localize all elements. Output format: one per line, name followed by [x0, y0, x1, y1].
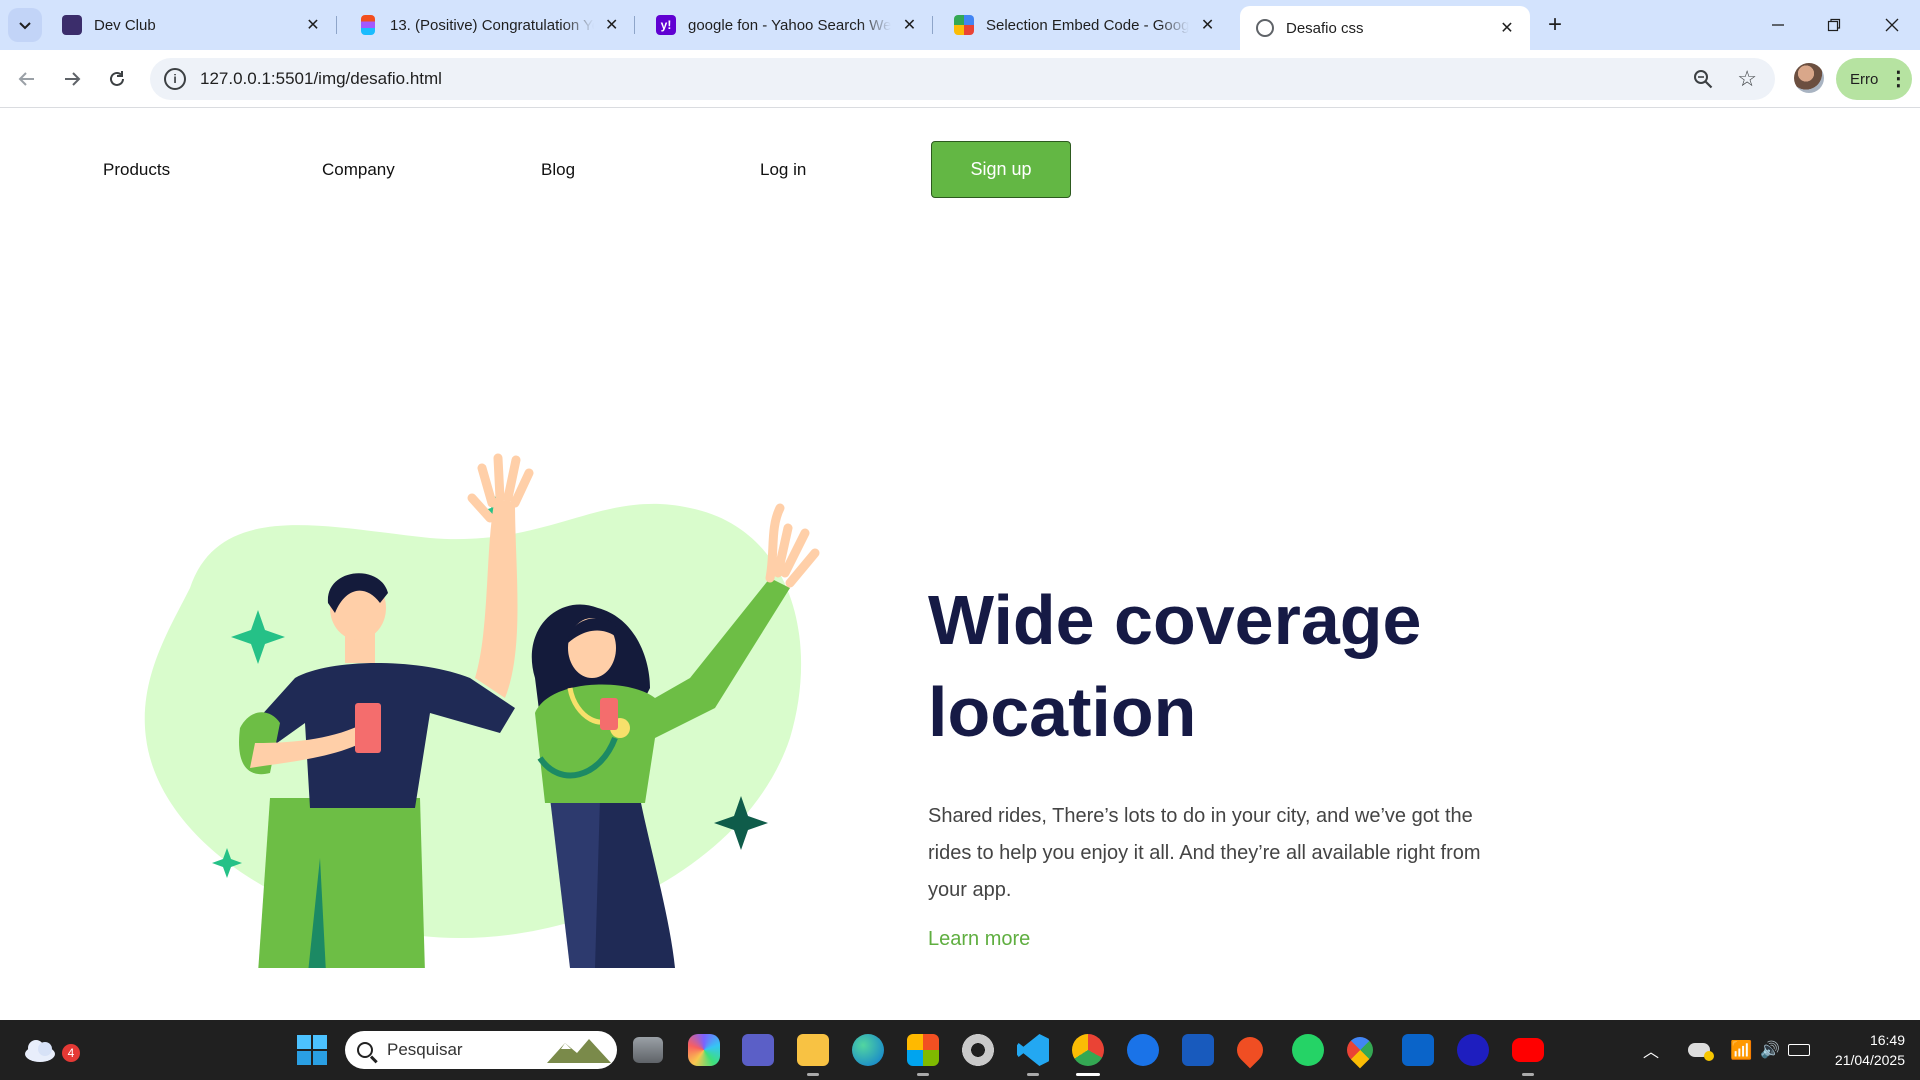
hero-title: Wide coverage location: [928, 581, 1422, 751]
yahoo-favicon-icon: y!: [656, 15, 676, 35]
reload-button[interactable]: [100, 62, 134, 96]
tab-search-button[interactable]: [8, 8, 42, 42]
bookmark-star-icon[interactable]: ☆: [1737, 66, 1757, 92]
close-icon: [1885, 18, 1899, 32]
globe-icon: [1256, 19, 1274, 37]
signup-button[interactable]: Sign up: [931, 141, 1071, 198]
microsoft-store-icon[interactable]: [907, 1034, 939, 1066]
taskbar-search-placeholder: Pesquisar: [387, 1040, 463, 1059]
task-view-icon[interactable]: [633, 1037, 663, 1063]
nav-login[interactable]: Log in: [760, 160, 806, 180]
close-tab-icon[interactable]: ✕: [302, 14, 324, 36]
browser-tab-bar: Dev Club ✕ 13. (Positive) Congratulation…: [0, 0, 1920, 50]
hero-illustration: [144, 453, 820, 968]
google-maps-icon[interactable]: [1341, 1031, 1379, 1069]
copilot-icon[interactable]: [688, 1034, 720, 1066]
weather-cloud-icon: [25, 1040, 55, 1062]
app-icon[interactable]: [1457, 1034, 1489, 1066]
browser-toolbar: i 127.0.0.1:5501/img/desafio.html ☆ Erro…: [0, 50, 1920, 108]
edge-icon[interactable]: [852, 1034, 884, 1066]
tab-title: Desafio css: [1286, 19, 1364, 37]
onedrive-warning-icon[interactable]: [1688, 1043, 1714, 1061]
search-icon: [357, 1042, 373, 1058]
notification-badge: 4: [62, 1044, 80, 1062]
running-indicator: [1076, 1073, 1100, 1076]
arrow-left-icon: [18, 72, 34, 86]
app-icon[interactable]: [1127, 1034, 1159, 1066]
tab-title: google fon - Yahoo Search Web: [688, 16, 891, 34]
system-tray: ︿ 📶 🔊: [1640, 1020, 1811, 1080]
tab-dev-club[interactable]: Dev Club ✕: [46, 6, 337, 44]
figma-favicon-icon: [361, 15, 375, 35]
close-tab-icon[interactable]: ✕: [899, 14, 920, 36]
file-explorer-icon[interactable]: [797, 1034, 829, 1066]
web-page: Products Company Blog Log in Sign up Wid…: [0, 108, 1920, 1020]
close-tab-icon[interactable]: ✕: [1197, 14, 1218, 36]
clock-date: 21/04/2025: [1834, 1052, 1905, 1068]
map-pin-icon[interactable]: [1231, 1031, 1269, 1069]
clock-time: 16:49: [1869, 1032, 1905, 1048]
close-window-button[interactable]: [1864, 0, 1920, 50]
hero-description: Shared rides, There’s lots to do in your…: [928, 805, 1481, 901]
chrome-icon[interactable]: [1072, 1034, 1104, 1066]
windows-logo-icon: [297, 1035, 327, 1065]
nav-company[interactable]: Company: [322, 160, 395, 180]
arrow-right-icon: [65, 72, 81, 86]
running-indicator: [807, 1073, 819, 1076]
wifi-icon[interactable]: 📶: [1730, 1040, 1752, 1061]
running-indicator: [1027, 1073, 1039, 1076]
close-tab-icon[interactable]: ✕: [602, 14, 622, 36]
vscode-icon[interactable]: [1017, 1034, 1049, 1066]
running-indicator: [917, 1073, 929, 1076]
show-hidden-icons-icon[interactable]: ︿: [1640, 1038, 1662, 1062]
running-indicator: [1522, 1073, 1534, 1076]
nav-products[interactable]: Products: [103, 160, 170, 180]
new-tab-button[interactable]: +: [1540, 10, 1570, 40]
whatsapp-icon[interactable]: [1292, 1034, 1324, 1066]
word-icon[interactable]: [1182, 1034, 1214, 1066]
address-bar[interactable]: i 127.0.0.1:5501/img/desafio.html ☆: [150, 58, 1775, 100]
clock[interactable]: 16:49 21/04/2025: [1815, 1030, 1905, 1070]
tab-desafio-css[interactable]: Desafio css ✕: [1240, 6, 1530, 50]
learn-more-link[interactable]: Learn more: [928, 928, 1030, 951]
taskbar-search[interactable]: Pesquisar: [345, 1031, 617, 1069]
close-tab-icon[interactable]: ✕: [1496, 17, 1518, 39]
back-button[interactable]: [10, 62, 44, 96]
tab-title: Selection Embed Code - Google: [986, 16, 1190, 34]
chevron-down-icon: [19, 22, 31, 30]
tab-congratulation[interactable]: 13. (Positive) Congratulation You ✕: [342, 6, 635, 44]
tab-selection-embed[interactable]: Selection Embed Code - Google ✕: [938, 6, 1230, 44]
minimize-button[interactable]: [1750, 0, 1806, 50]
battery-icon[interactable]: [1788, 1044, 1811, 1056]
windows-taskbar: 4 Pesquisar ︿ 📶 🔊 16:49 21/04/2025: [0, 1020, 1920, 1080]
youtube-icon[interactable]: [1512, 1038, 1544, 1062]
url-text: 127.0.0.1:5501/img/desafio.html: [200, 69, 442, 88]
restore-button[interactable]: [1806, 0, 1862, 50]
profile-error-label: Erro: [1850, 70, 1879, 88]
profile-avatar[interactable]: [1794, 63, 1824, 93]
dev-club-favicon-icon: [62, 15, 82, 35]
google-favicon-icon: [954, 15, 974, 35]
nav-blog[interactable]: Blog: [541, 160, 575, 180]
tab-title: Dev Club: [94, 16, 156, 34]
more-vert-icon: ⋮: [1888, 68, 1909, 90]
restore-icon: [1827, 18, 1841, 32]
forward-button[interactable]: [55, 62, 89, 96]
reload-icon: [110, 71, 124, 86]
site-info-icon[interactable]: i: [164, 68, 186, 90]
tab-yahoo-search[interactable]: y! google fon - Yahoo Search Web ✕: [640, 6, 933, 44]
start-button[interactable]: [297, 1035, 327, 1065]
tab-title: 13. (Positive) Congratulation You: [390, 16, 594, 34]
search-highlight-icon: [547, 1039, 611, 1063]
settings-gear-icon[interactable]: [962, 1034, 994, 1066]
weather-widget[interactable]: 4: [22, 1034, 80, 1068]
zoom-icon[interactable]: [1691, 67, 1715, 91]
profile-error-button[interactable]: Erro ⋮: [1836, 58, 1912, 100]
minimize-icon: [1772, 24, 1784, 26]
outlook-icon[interactable]: [1402, 1034, 1434, 1066]
teams-icon[interactable]: [742, 1034, 774, 1066]
volume-icon[interactable]: 🔊: [1760, 1040, 1780, 1060]
